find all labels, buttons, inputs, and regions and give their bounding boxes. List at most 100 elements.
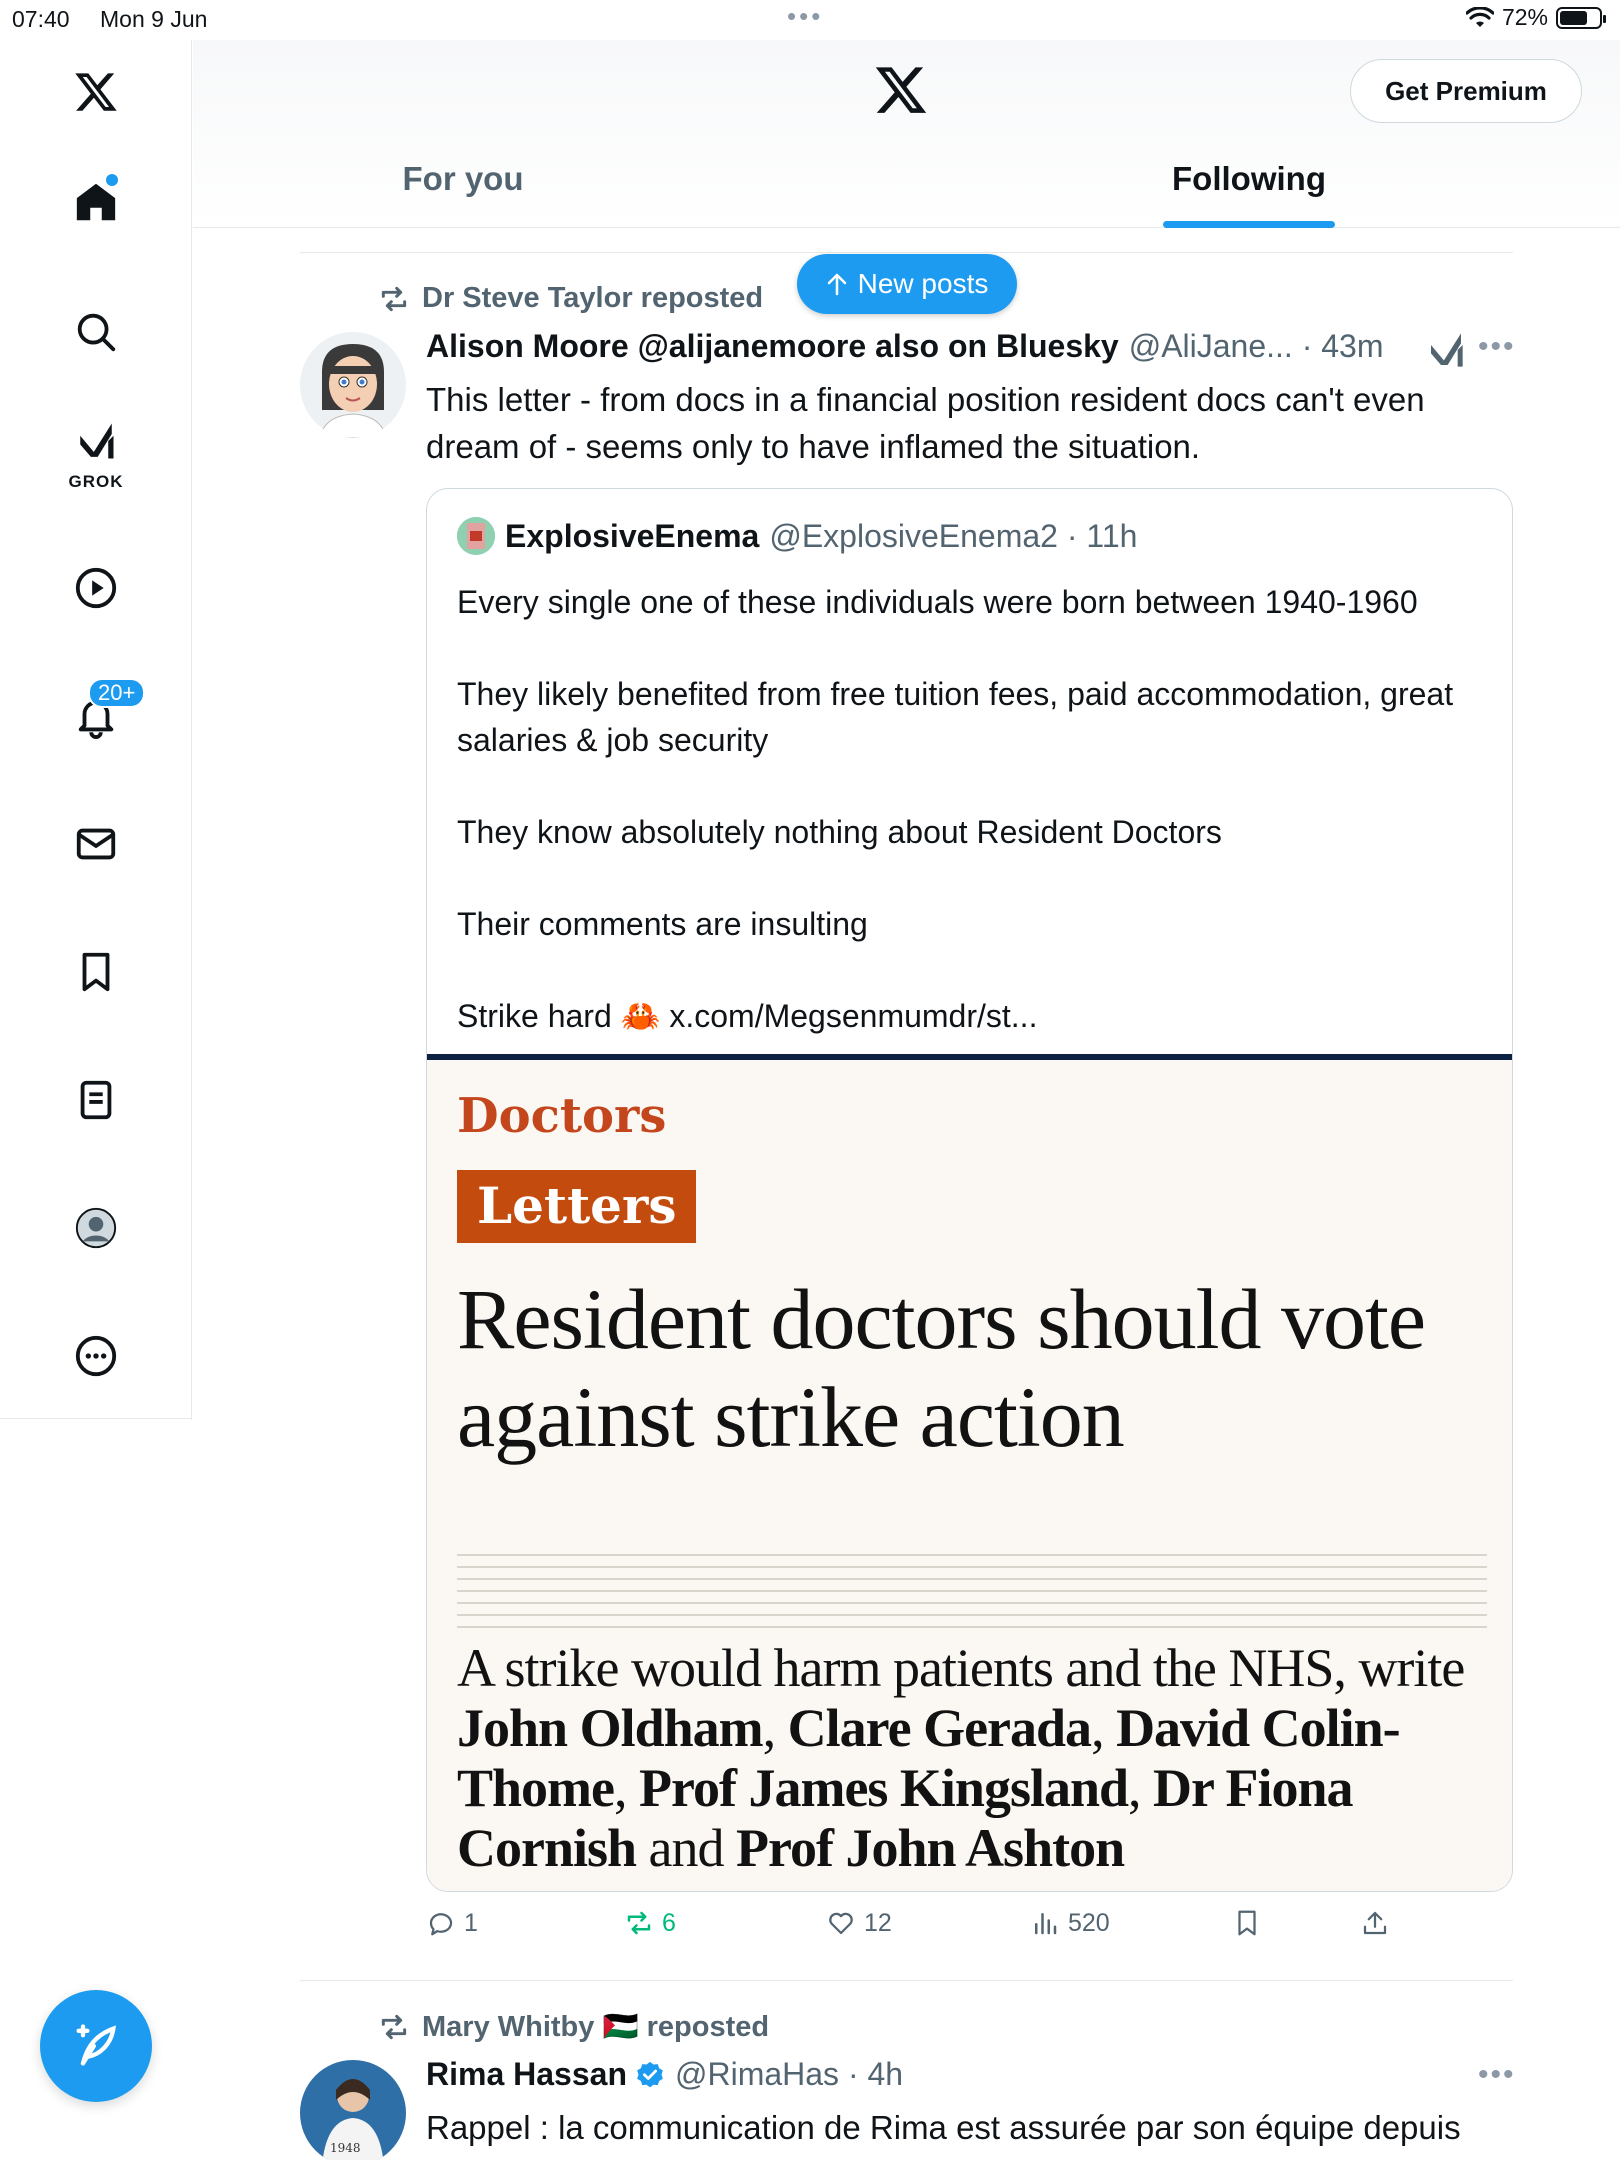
quoted-tweet[interactable]: ExplosiveEnema @ExplosiveEnema2 · 11h Ev… <box>426 488 1513 1892</box>
reply-button[interactable]: 1 <box>426 1908 478 1938</box>
tab-label: For you <box>402 160 524 197</box>
sidebar-divider <box>0 1418 192 1419</box>
repost-icon <box>381 286 407 311</box>
sidebar-item-video[interactable] <box>60 552 132 624</box>
feed-divider <box>300 252 1513 253</box>
view-count: 520 <box>1068 1908 1110 1937</box>
reply-count: 1 <box>464 1908 478 1937</box>
quote-paragraph: Strike hard 🦀 x.com/Megsenmumdr/st... <box>457 998 1038 1034</box>
sidebar-item-grok[interactable]: GROK <box>60 416 132 491</box>
tweet-text: This letter - from docs in a financial p… <box>426 381 1425 465</box>
quote-text: Every single one of these individuals we… <box>457 579 1487 1085</box>
new-posts-button[interactable]: New posts <box>797 254 1017 314</box>
article-image[interactable]: Doctors Letters Resident doctors should … <box>427 1054 1512 1891</box>
repost-count: 6 <box>662 1908 676 1937</box>
repost-label: Mary Whitby 🇵🇸 reposted <box>422 2011 770 2043</box>
quote-author-handle-time: @ExplosiveEnema2 · 11h <box>769 517 1138 554</box>
tab-label: Following <box>1172 160 1326 197</box>
notification-count-badge: 20+ <box>88 678 146 708</box>
tweet-actions: 1 6 12 520 <box>426 1908 1516 1948</box>
bookmark-icon <box>82 952 110 992</box>
sidebar-item-messages[interactable] <box>60 808 132 880</box>
author-handle-time[interactable]: @RimaHas · 4h <box>675 2056 903 2093</box>
quote-paragraph: Every single one of these individuals we… <box>457 584 1418 620</box>
tab-for-you[interactable]: For you <box>373 140 553 228</box>
letter-author: Prof John Ashton <box>736 1818 1125 1878</box>
reply-icon <box>429 1913 453 1936</box>
compose-feather-icon <box>76 2024 116 2066</box>
tweet-author[interactable]: Alison Moore @alijanemoore also on Blues… <box>426 328 1384 365</box>
sidebar-item-bookmarks[interactable] <box>60 936 132 1008</box>
letter-author: Clare Gerada <box>787 1698 1092 1758</box>
article-section: Doctors <box>457 1088 667 1144</box>
multitasking-dots-icon[interactable]: ••• <box>787 3 823 29</box>
sidebar-item-home[interactable] <box>60 166 132 238</box>
grok-label: GROK <box>68 472 124 491</box>
sidebar-item-x-logo[interactable] <box>60 56 132 128</box>
quote-paragraph: They know absolutely nothing about Resid… <box>457 814 1222 850</box>
x-logo-icon[interactable] <box>873 62 929 118</box>
heart-icon <box>829 1912 853 1935</box>
battery-icon <box>1556 6 1606 29</box>
more-icon <box>75 1335 117 1377</box>
svg-text:1948: 1948 <box>330 2141 361 2155</box>
quote-author[interactable]: ExplosiveEnema @ExplosiveEnema2 · 11h <box>457 517 1137 555</box>
share-button[interactable] <box>1360 1908 1390 1938</box>
grok-icon[interactable] <box>1426 330 1466 370</box>
views-button[interactable]: 520 <box>1030 1908 1110 1938</box>
sidebar-item-profile[interactable] <box>60 1192 132 1264</box>
more-options-icon[interactable]: ••• <box>1478 2058 1516 2092</box>
repost-indicator: Mary Whitby 🇵🇸 reposted <box>378 2010 769 2044</box>
repost-label: Dr Steve Taylor reposted <box>422 282 764 314</box>
sidebar-item-notifications[interactable]: 20+ <box>60 678 146 752</box>
repost-icon <box>627 1911 651 1935</box>
avatar <box>457 517 495 555</box>
arrow-up-icon <box>827 273 846 296</box>
book-cover-avatar-icon <box>457 517 495 555</box>
mail-icon <box>76 828 116 860</box>
status-date: Mon 9 Jun <box>100 6 208 32</box>
quote-paragraph: They likely benefited from free tuition … <box>457 676 1454 758</box>
avatar[interactable]: 1948 <box>300 2060 406 2160</box>
article-tag: Letters <box>457 1170 697 1243</box>
standfirst-text: A strike would harm patients and the NHS… <box>457 1638 1465 1698</box>
tweet-author[interactable]: Rima Hassan @RimaHas · 4h <box>426 2056 903 2093</box>
status-time: 07:40 <box>12 6 70 32</box>
play-icon <box>75 567 117 609</box>
article-headline: Resident doctors should vote against str… <box>457 1271 1426 1465</box>
decorative-rules <box>457 1544 1487 1634</box>
more-options-icon[interactable]: ••• <box>1478 330 1516 364</box>
avatar[interactable] <box>300 332 406 438</box>
compose-post-button[interactable] <box>40 1990 152 2102</box>
timeline-header: Get Premium For you Following <box>193 40 1620 228</box>
repost-indicator: Dr Steve Taylor reposted <box>378 282 763 315</box>
article-standfirst: A strike would harm patients and the NHS… <box>457 1638 1465 1878</box>
list-icon <box>80 1080 112 1120</box>
views-chart-icon <box>1035 1913 1057 1935</box>
author-name[interactable]: Rima Hassan <box>426 2056 627 2093</box>
search-icon <box>77 313 116 352</box>
sidebar-item-search[interactable] <box>60 296 132 368</box>
bookmark-icon <box>1238 1910 1256 1936</box>
wifi-icon <box>1465 6 1494 27</box>
sidebar-item-lists[interactable] <box>60 1064 132 1136</box>
author-handle-time[interactable]: @AliJane... · 43m <box>1129 328 1384 365</box>
like-button[interactable]: 12 <box>826 1908 892 1938</box>
tab-following[interactable]: Following <box>1163 140 1335 228</box>
home-unread-dot <box>106 174 118 186</box>
repost-button[interactable]: 6 <box>624 1908 676 1938</box>
sidebar-item-more[interactable] <box>60 1320 132 1392</box>
new-posts-label: New posts <box>857 268 989 299</box>
quote-paragraph: Their comments are insulting <box>457 906 868 942</box>
grok-icon <box>80 423 114 459</box>
verified-badge-icon <box>637 2061 663 2087</box>
profile-icon <box>75 1207 117 1249</box>
battery-percent: 72% <box>1501 4 1548 30</box>
photo-avatar-icon: 1948 <box>300 2060 406 2160</box>
author-name[interactable]: Alison Moore @alijanemoore also on Blues… <box>426 328 1119 365</box>
bookmark-button[interactable] <box>1232 1908 1262 1938</box>
tweet-text: Rappel : la communication de Rima est as… <box>426 2109 1461 2146</box>
x-logo-icon <box>75 73 117 111</box>
get-premium-button[interactable]: Get Premium <box>1350 59 1582 123</box>
share-icon <box>1363 1911 1387 1935</box>
